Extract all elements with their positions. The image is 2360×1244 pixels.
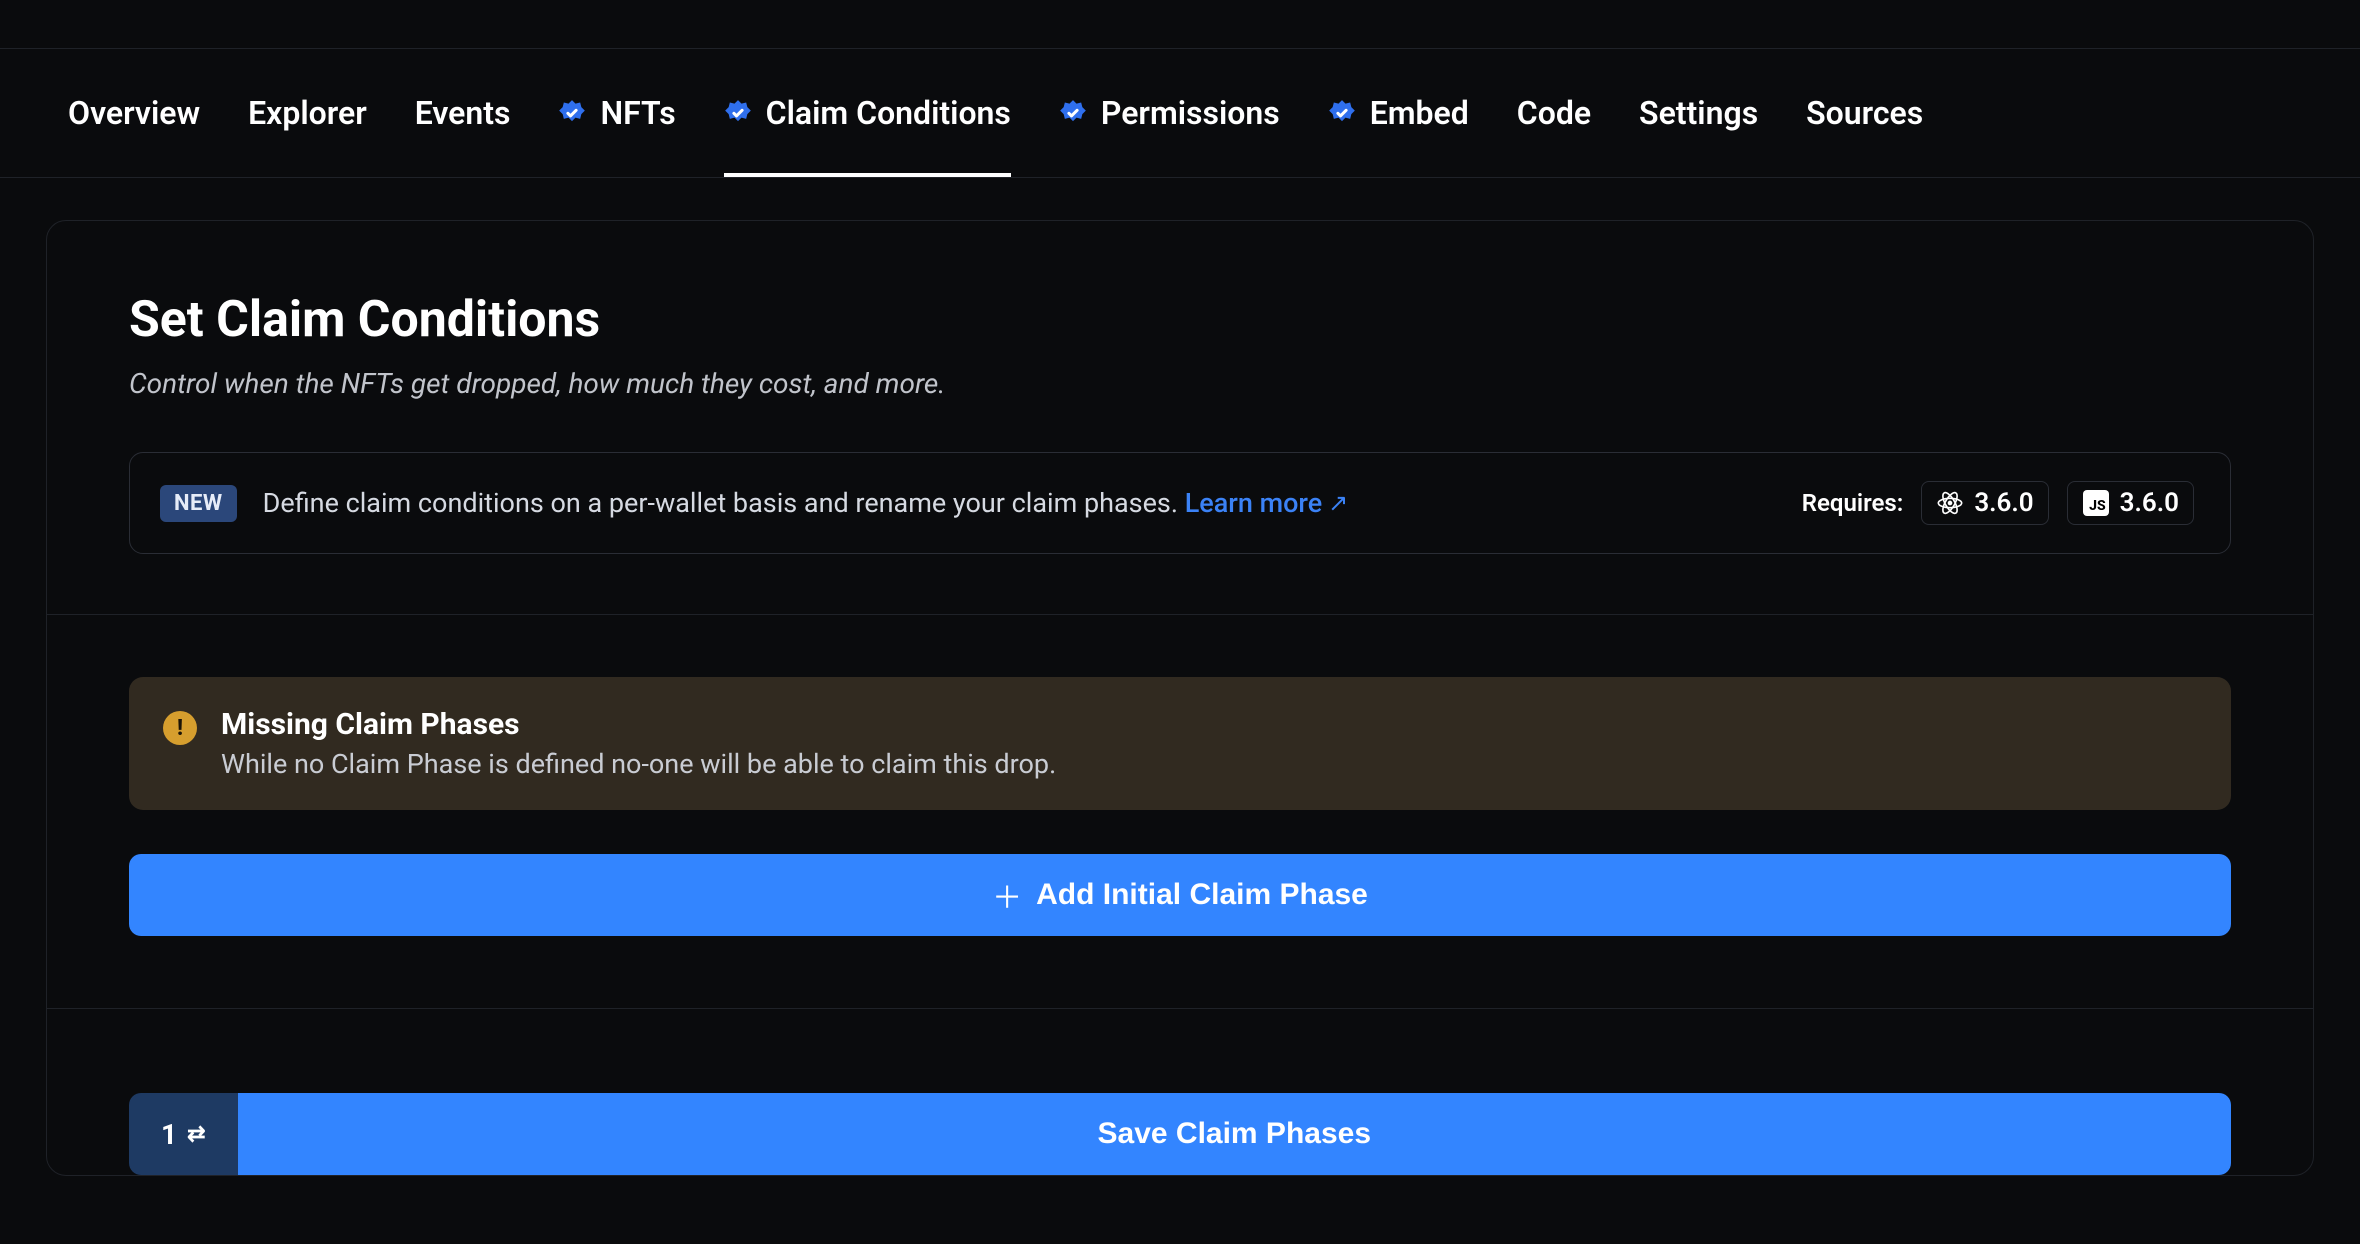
tab-explorer[interactable]: Explorer — [248, 49, 367, 177]
missing-phases-alert: ! Missing Claim Phases While no Claim Ph… — [129, 677, 2231, 810]
react-icon — [1936, 489, 1964, 517]
tab-sources[interactable]: Sources — [1806, 49, 1923, 177]
button-label: Add Initial Claim Phase — [1036, 878, 1368, 912]
page-title: Set Claim Conditions — [129, 291, 2231, 349]
tab-label: Code — [1517, 94, 1591, 132]
tab-permissions[interactable]: Permissions — [1059, 49, 1280, 177]
version-value: 3.6.0 — [2120, 488, 2179, 518]
swap-icon: ⇄ — [187, 1122, 205, 1147]
requires-block: Requires: 3.6.0 JS 3.6.0 — [1802, 481, 2194, 525]
page-subtitle: Control when the NFTs get dropped, how m… — [129, 367, 2231, 400]
tab-events[interactable]: Events — [415, 49, 511, 177]
tab-label: Events — [415, 94, 511, 132]
learn-more-label: Learn more — [1185, 487, 1322, 519]
card-footer-section: 1 ⇄ Save Claim Phases — [47, 1009, 2313, 1175]
tab-label: Settings — [1639, 94, 1758, 132]
claim-conditions-card: Set Claim Conditions Control when the NF… — [46, 220, 2314, 1176]
alert-body: While no Claim Phase is defined no-one w… — [221, 748, 1056, 780]
tab-label: Sources — [1806, 94, 1923, 132]
tab-nfts[interactable]: NFTs — [558, 49, 675, 177]
alert-title: Missing Claim Phases — [221, 707, 1056, 742]
tab-label: Overview — [68, 94, 200, 132]
version-value: 3.6.0 — [1974, 488, 2033, 518]
tab-claim-conditions[interactable]: Claim Conditions — [724, 49, 1011, 177]
new-badge: NEW — [160, 485, 237, 522]
verified-icon — [1328, 99, 1356, 127]
verified-icon — [724, 99, 752, 127]
contract-tabs: Overview Explorer Events NFTs Claim Cond… — [0, 48, 2360, 178]
verified-icon — [558, 99, 586, 127]
tx-count-value: 1 — [161, 1118, 177, 1151]
external-link-icon: ↗ — [1328, 489, 1348, 517]
info-text: Define claim conditions on a per-wallet … — [263, 487, 1349, 519]
info-text-body: Define claim conditions on a per-wallet … — [263, 487, 1185, 519]
tab-settings[interactable]: Settings — [1639, 49, 1758, 177]
add-claim-phase-button[interactable]: ＋ Add Initial Claim Phase — [129, 854, 2231, 936]
info-banner: NEW Define claim conditions on a per-wal… — [129, 452, 2231, 554]
tab-label: Permissions — [1101, 94, 1280, 132]
requires-label: Requires: — [1802, 489, 1904, 517]
version-react-pill: 3.6.0 — [1921, 481, 2048, 525]
save-bar: 1 ⇄ Save Claim Phases — [129, 1093, 2231, 1175]
button-label: Save Claim Phases — [1098, 1117, 1372, 1150]
tab-label: Explorer — [248, 94, 367, 132]
pending-tx-count[interactable]: 1 ⇄ — [129, 1093, 238, 1175]
warning-icon: ! — [163, 711, 197, 745]
save-claim-phases-button[interactable]: Save Claim Phases — [238, 1093, 2231, 1175]
card-header-section: Set Claim Conditions Control when the NF… — [47, 221, 2313, 615]
js-icon: JS — [2082, 489, 2110, 517]
tab-embed[interactable]: Embed — [1328, 49, 1469, 177]
plus-icon: ＋ — [992, 873, 1022, 917]
tab-label: NFTs — [600, 94, 675, 132]
card-body-section: ! Missing Claim Phases While no Claim Ph… — [47, 615, 2313, 1009]
tab-code[interactable]: Code — [1517, 49, 1591, 177]
version-js-pill: JS 3.6.0 — [2067, 481, 2194, 525]
learn-more-link[interactable]: Learn more ↗ — [1185, 487, 1349, 519]
tab-label: Claim Conditions — [766, 94, 1011, 132]
tab-label: Embed — [1370, 94, 1469, 132]
tab-overview[interactable]: Overview — [68, 49, 200, 177]
verified-icon — [1059, 99, 1087, 127]
